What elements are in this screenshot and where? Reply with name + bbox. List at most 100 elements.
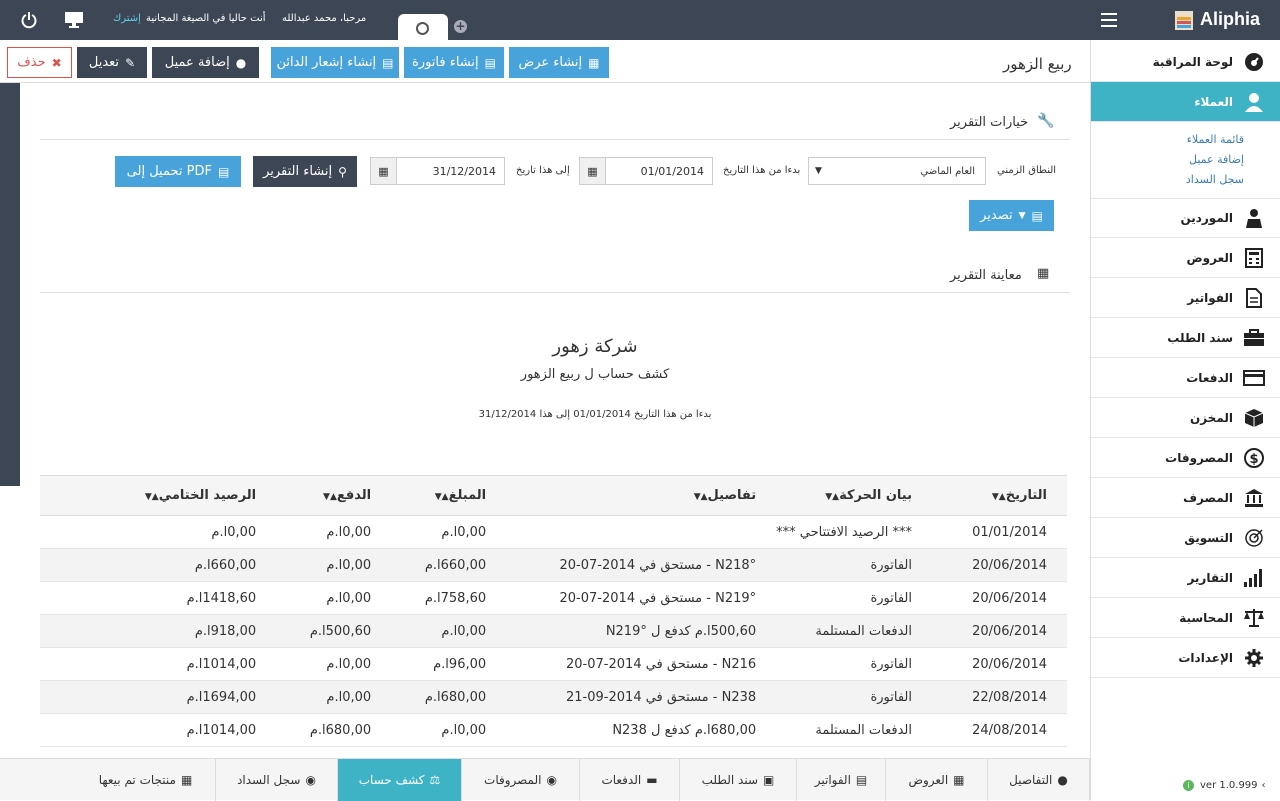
sidebar-item-marketing[interactable]: التسويق <box>1091 518 1280 558</box>
sidebar-item-purchase-orders[interactable]: سند الطلب <box>1091 318 1280 358</box>
range-value: العام الماضي <box>920 165 975 177</box>
dollar-icon: ◉ <box>305 773 316 787</box>
calculator-icon: ▦ <box>588 55 600 70</box>
column-header-amount[interactable]: المبلغ▲▼ <box>391 475 507 516</box>
tab-expenses[interactable]: المصروفات ◉ <box>462 759 580 801</box>
subscribe-link[interactable]: إشترك <box>113 13 141 24</box>
bars-icon <box>1243 567 1265 589</box>
sidebar-item-settings[interactable]: الإعدادات <box>1091 638 1280 678</box>
column-header-description[interactable]: بيان الحركة▲▼ <box>776 475 932 516</box>
preview-divider <box>40 292 1070 293</box>
chart-bars-icon: ▦ <box>1037 266 1050 281</box>
add-tab-icon[interactable]: + <box>454 20 467 33</box>
header-divider <box>0 82 1090 83</box>
sidebar-item-quotes[interactable]: العروض <box>1091 238 1280 278</box>
hamburger-menu-icon[interactable] <box>1101 13 1117 27</box>
button-label: تصدير <box>980 208 1013 223</box>
sidebar-item-accounting[interactable]: المحاسبة <box>1091 598 1280 638</box>
create-quote-button[interactable]: إنشاء عرض ▦ <box>509 47 609 78</box>
button-label: إضافة عميل <box>164 55 230 70</box>
monitor-icon[interactable] <box>64 11 84 29</box>
greeting: مرحبا، محمد عبدالله <box>282 13 367 24</box>
sidebar-item-clients[interactable]: العملاء <box>1091 82 1280 122</box>
button-label: إنشاء التقرير <box>263 164 333 179</box>
button-label: تحميل إلى PDF <box>126 164 212 179</box>
column-header-details[interactable]: تفاصيل▲▼ <box>506 475 777 516</box>
column-header-payment[interactable]: الدفع▲▼ <box>276 475 392 516</box>
tab-purchase-orders[interactable]: سند الطلب ▣ <box>680 759 797 801</box>
create-invoice-button[interactable]: إنشاء فاتورة ▤ <box>404 47 504 78</box>
sort-icon: ▲▼ <box>144 492 159 502</box>
sidebar-item-bank[interactable]: المصرف <box>1091 478 1280 518</box>
sidebar: لوحة المراقبة العملاء قائمة العملاء إضاف… <box>1090 40 1280 800</box>
button-label: إنشاء فاتورة <box>412 55 479 70</box>
tab-invoices[interactable]: الفواتير ▤ <box>797 759 886 801</box>
bottom-tab-bar: التفاصيل ● العروض ▦ الفواتير ▤ سند الطلب ▣ ا… <box>0 758 1090 801</box>
scale-icon <box>1243 607 1265 629</box>
delete-button[interactable]: حذف ✖ <box>7 47 72 78</box>
version-footer: i ver 1.0.999 ‹ <box>1183 780 1266 791</box>
from-date-label: بدءا من هذا التاريخ <box>723 165 801 176</box>
scale-icon: ⚖ <box>429 773 441 787</box>
dollar-icon: $ <box>1243 447 1265 469</box>
sidebar-item-inventory[interactable]: المخزن <box>1091 398 1280 438</box>
brand-name[interactable]: Aliphia <box>1200 9 1260 30</box>
sidebar-item-dashboard[interactable]: لوحة المراقبة <box>1091 42 1280 82</box>
tab-payment-history[interactable]: سجل السداد ◉ <box>216 759 338 801</box>
sidebar-item-expenses[interactable]: المصروفات $ <box>1091 438 1280 478</box>
from-date-field[interactable]: ▦ 01/01/2014 <box>579 157 713 185</box>
sidebar-item-invoices[interactable]: الفواتير <box>1091 278 1280 318</box>
tab-products-sold[interactable]: منتجات تم بيعها ▦ <box>76 759 216 801</box>
plan-notice: أنت حاليا في الصيغة المجانية <box>146 13 266 24</box>
export-button[interactable]: تصدير ▼ ▤ <box>969 200 1054 231</box>
generate-report-button[interactable]: إنشاء التقرير ⚲ <box>253 156 357 187</box>
statement-subtitle: كشف حساب ل ربيع الزهور <box>520 367 670 382</box>
power-icon[interactable] <box>20 11 38 29</box>
download-pdf-button[interactable]: تحميل إلى PDF ▤ <box>115 156 241 187</box>
tab-quotes[interactable]: العروض ▦ <box>886 759 988 801</box>
range-label: النطاق الزمني <box>997 165 1057 176</box>
calendar-icon[interactable]: ▦ <box>371 158 397 184</box>
sublink-client-list[interactable]: قائمة العملاء <box>1187 133 1244 146</box>
table-row: 20/06/2014 الدفعات المستلمة 500,60ا.م كدفع… <box>40 614 1067 648</box>
gear-icon <box>1243 647 1265 669</box>
sidebar-item-reports[interactable]: التقارير <box>1091 558 1280 598</box>
document-icon: ▤ <box>855 773 868 787</box>
brand-logo-icon <box>1173 8 1195 32</box>
table-row: 20/06/2014 الفاتورة °N219 - مستحق في 2014-… <box>40 581 1067 615</box>
report-options-title: خيارات التقرير <box>950 115 1029 130</box>
client-name-title: ربيع الزهور <box>1003 55 1072 73</box>
sublink-add-client[interactable]: إضافة عميل <box>1189 153 1244 166</box>
sidebar-item-suppliers[interactable]: الموردين <box>1091 198 1280 238</box>
create-credit-note-button[interactable]: إنشاء إشعار الدائن ▤ <box>271 47 399 78</box>
column-header-date[interactable]: التاريخ▲▼ <box>932 475 1067 516</box>
box-icon <box>1243 407 1265 429</box>
svg-text:$: $ <box>1249 452 1258 467</box>
table-row: 20/06/2014 الفاتورة N216 - مستحق في 2014-0… <box>40 647 1067 681</box>
add-client-button[interactable]: إضافة عميل ● <box>152 47 259 78</box>
supplier-icon <box>1243 207 1265 229</box>
button-label: إنشاء عرض <box>518 55 583 70</box>
sort-icon: ▲▼ <box>991 492 1006 502</box>
tab-payments[interactable]: الدفعات ▬ <box>580 759 680 801</box>
sort-icon: ▲▼ <box>323 492 337 502</box>
chevron-left-icon[interactable]: ‹ <box>1262 780 1266 791</box>
tab-account-statement[interactable]: كشف حساب ⚖ <box>338 759 462 801</box>
from-date-value: 01/01/2014 <box>640 164 704 178</box>
sidebar-item-payments[interactable]: الدفعات <box>1091 358 1280 398</box>
tab-details[interactable]: التفاصيل ● <box>988 759 1090 801</box>
calendar-icon[interactable]: ▦ <box>580 158 606 184</box>
bars-icon: ▦ <box>180 773 193 787</box>
document-icon <box>1243 287 1265 309</box>
workspace-tab[interactable] <box>398 14 448 40</box>
document-icon: ▤ <box>484 55 496 70</box>
column-header-closing-balance[interactable]: الرصيد الختامي▲▼ <box>40 475 277 516</box>
range-select[interactable]: ▼ العام الماضي <box>808 157 986 185</box>
to-date-field[interactable]: ▦ 31/12/2014 <box>370 157 505 185</box>
to-date-label: إلى هذا تاريخ <box>516 165 570 176</box>
options-divider <box>40 139 1070 140</box>
edit-button[interactable]: تعديل ✎ <box>77 47 147 78</box>
company-name: شركة زهور <box>552 336 638 357</box>
user-icon: ● <box>1057 773 1068 787</box>
sublink-payment-history[interactable]: سجل السداد <box>1186 173 1244 186</box>
